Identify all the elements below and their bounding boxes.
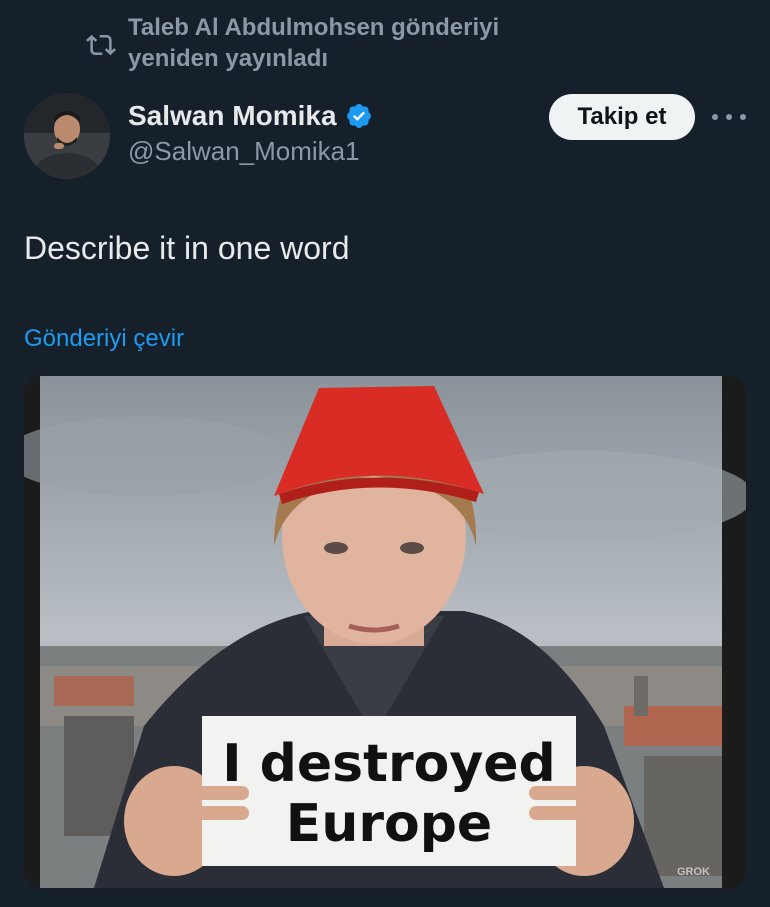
avatar[interactable]: [24, 93, 110, 179]
avatar-image: [24, 93, 110, 179]
verified-badge-icon: [346, 104, 371, 128]
media-illustration: I destroyed Europe: [24, 376, 746, 888]
author-handle[interactable]: @Salwan_Momika1: [128, 136, 373, 167]
watermark: GROK: [677, 866, 710, 878]
tweet-text: Describe it in one word: [24, 230, 350, 266]
tweet-page: Taleb Al Abdulmohsen gönderiyi yeniden y…: [0, 0, 770, 907]
repost-text: Taleb Al Abdulmohsen gönderiyi yeniden y…: [128, 14, 500, 72]
tweet-media-image[interactable]: I destroyed Europe GROK: [24, 376, 746, 888]
sign-line-2: Europe: [286, 794, 492, 854]
more-icon[interactable]: [712, 104, 746, 130]
translate-link[interactable]: Gönderiyi çevir: [24, 325, 184, 353]
sign-line-1: I destroyed: [222, 734, 556, 794]
follow-button[interactable]: Takip et: [549, 94, 695, 140]
repost-header[interactable]: Taleb Al Abdulmohsen gönderiyi yeniden y…: [86, 12, 548, 74]
repost-icon: [86, 34, 116, 56]
author-block[interactable]: Salwan Momika @Salwan_Momika1: [128, 96, 373, 167]
author-name[interactable]: Salwan Momika: [128, 100, 337, 132]
